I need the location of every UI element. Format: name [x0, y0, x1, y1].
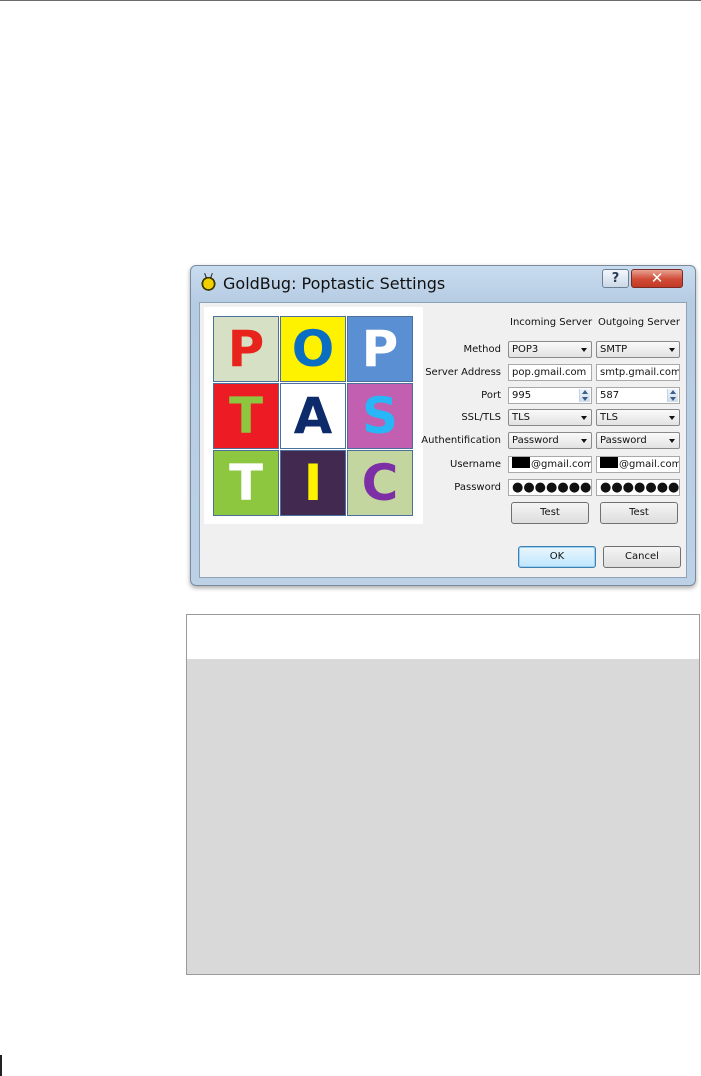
incoming-ssl-tls-select[interactable]: TLS [508, 409, 592, 426]
title-bar[interactable]: GoldBug: Poptastic Settings ? ✕ [191, 266, 695, 302]
spin-arrows-icon[interactable] [579, 389, 590, 402]
panel-header [187, 615, 699, 659]
cancel-button[interactable]: Cancel [603, 546, 681, 568]
ssl-tls-label: SSL/TLS [461, 412, 501, 423]
port-label: Port [481, 390, 501, 401]
outgoing-username-input[interactable]: @gmail.com [596, 456, 680, 473]
poptastic-settings-dialog: GoldBug: Poptastic Settings ? ✕ P O P T … [190, 265, 696, 586]
gray-panel [186, 614, 700, 975]
panel-body [187, 659, 699, 974]
incoming-test-button[interactable]: Test [511, 502, 589, 524]
username-label: Username [450, 459, 501, 470]
logo-tile: C [347, 450, 413, 516]
outgoing-server-header: Outgoing Server [598, 317, 681, 328]
incoming-method-select[interactable]: POP3 [508, 341, 592, 358]
page-edge-mark [0, 1055, 2, 1076]
logo-tile: T [213, 450, 279, 516]
outgoing-server-address-input[interactable]: smtp.gmail.com [596, 364, 680, 381]
outgoing-password-input[interactable]: ●●●●●●●●● [596, 479, 680, 496]
server-address-label: Server Address [425, 367, 501, 378]
ok-button[interactable]: OK [518, 546, 596, 568]
dialog-client-area: P O P T A S T I C Incoming Server Outgoi… [199, 302, 687, 578]
chevron-down-icon [669, 439, 675, 443]
close-button[interactable]: ✕ [631, 269, 683, 288]
outgoing-port-spinbox[interactable]: 587 [596, 387, 680, 404]
incoming-password-input[interactable]: ●●●●●●●●● [508, 479, 592, 496]
chevron-down-icon [581, 416, 587, 420]
method-label: Method [463, 344, 501, 355]
logo-tile: O [280, 316, 346, 382]
logo-tile: P [213, 316, 279, 382]
incoming-username-input[interactable]: @gmail.com [508, 456, 592, 473]
logo-tile: I [280, 450, 346, 516]
redaction-block [512, 457, 530, 468]
incoming-authentification-select[interactable]: Password [508, 432, 592, 449]
incoming-port-spinbox[interactable]: 995 [508, 387, 592, 404]
poptastic-logo: P O P T A S T I C [204, 307, 423, 524]
goldbug-app-icon [201, 275, 216, 291]
authentification-label: Authentification [421, 435, 501, 446]
password-label: Password [454, 482, 501, 493]
page-top-rule [0, 0, 701, 1]
help-button[interactable]: ? [602, 269, 629, 288]
window-title: GoldBug: Poptastic Settings [223, 274, 446, 293]
spin-arrows-icon[interactable] [667, 389, 678, 402]
outgoing-method-select[interactable]: SMTP [596, 341, 680, 358]
incoming-server-header: Incoming Server [510, 317, 593, 328]
outgoing-test-button[interactable]: Test [600, 502, 678, 524]
outgoing-ssl-tls-select[interactable]: TLS [596, 409, 680, 426]
chevron-down-icon [581, 439, 587, 443]
redaction-block [600, 457, 618, 468]
logo-tile: A [280, 383, 346, 449]
logo-tile: T [213, 383, 279, 449]
chevron-down-icon [669, 348, 675, 352]
logo-tile: P [347, 316, 413, 382]
incoming-server-address-input[interactable]: pop.gmail.com [508, 364, 592, 381]
chevron-down-icon [581, 348, 587, 352]
outgoing-authentification-select[interactable]: Password [596, 432, 680, 449]
logo-tile: S [347, 383, 413, 449]
chevron-down-icon [669, 416, 675, 420]
